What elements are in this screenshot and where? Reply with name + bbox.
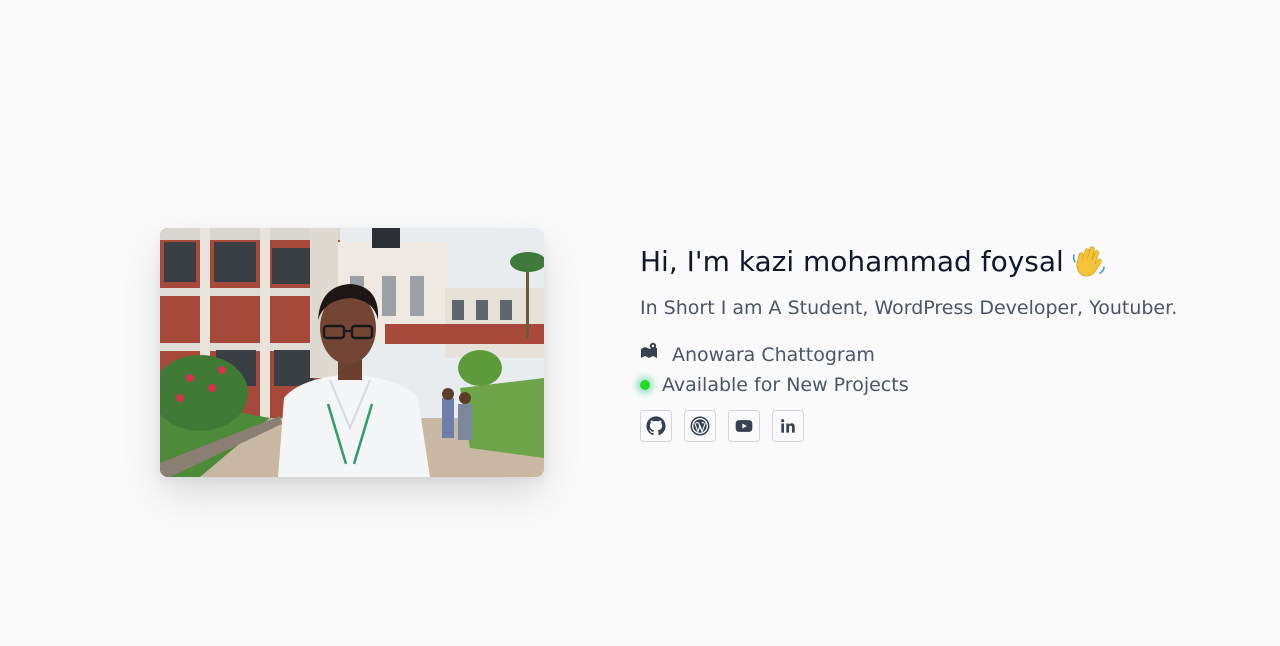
wordpress-link[interactable] <box>684 410 716 442</box>
profile-photo <box>160 228 544 477</box>
linkedin-icon <box>781 419 795 433</box>
intro-panel: Hi, I'm kazi mohammad foysal In Short I … <box>640 240 1260 442</box>
location-row: Anowara Chattogram <box>640 340 1260 370</box>
waving-hand-icon <box>1072 246 1105 277</box>
hero-section: Hi, I'm kazi mohammad foysal In Short I … <box>0 0 1280 646</box>
youtube-icon <box>735 420 753 432</box>
page-title: Hi, I'm kazi mohammad foysal <box>640 240 1260 284</box>
github-link[interactable] <box>640 410 672 442</box>
availability-text: Available for New Projects <box>662 374 909 396</box>
map-location-icon <box>641 342 657 358</box>
linkedin-link[interactable] <box>772 410 804 442</box>
github-icon <box>646 416 666 436</box>
social-links <box>640 410 1260 442</box>
youtube-link[interactable] <box>728 410 760 442</box>
tagline: In Short I am A Student, WordPress Devel… <box>640 297 1178 319</box>
status-dot <box>640 380 650 390</box>
availability-row: Available for New Projects <box>640 370 1260 400</box>
wordpress-icon <box>690 416 710 436</box>
profile-photo-image <box>160 228 544 477</box>
greeting-text: Hi, I'm kazi mohammad foysal <box>640 245 1064 278</box>
location-text: Anowara Chattogram <box>672 344 875 366</box>
